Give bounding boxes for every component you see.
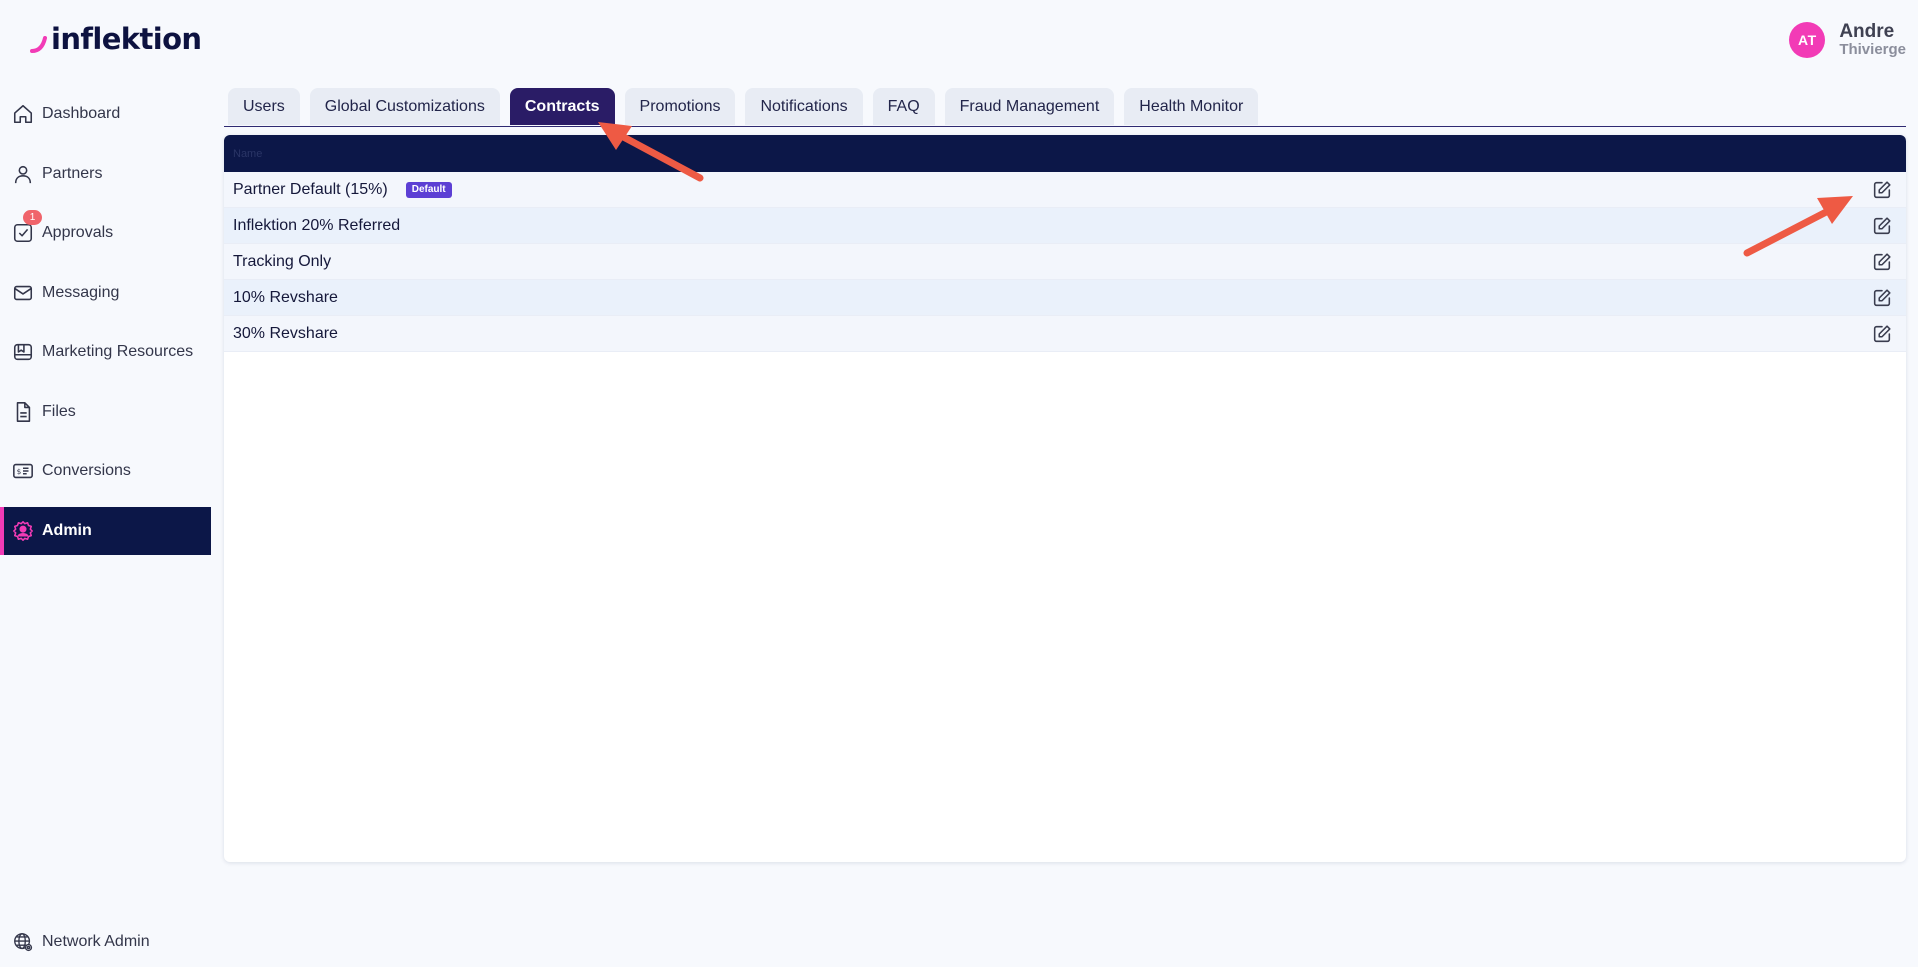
edit-icon — [1873, 216, 1891, 234]
sidebar-item-label: Files — [42, 402, 76, 420]
edit-icon — [1873, 324, 1891, 342]
table-row[interactable]: Partner Default (15%) Default — [224, 172, 1906, 208]
table-header: Name — [224, 135, 1906, 172]
sidebar-item-files[interactable]: Files — [0, 388, 211, 436]
sidebar: Dashboard Partners 1 Approvals Messaging… — [0, 90, 211, 566]
svg-text:$: $ — [17, 467, 22, 476]
resources-icon — [12, 341, 34, 363]
sidebar-item-network-admin[interactable]: Network Admin — [0, 917, 211, 967]
edit-icon — [1873, 180, 1891, 198]
file-icon — [12, 401, 34, 423]
logo-swoosh-icon — [30, 36, 47, 53]
column-header-name[interactable]: Name — [233, 148, 262, 160]
edit-contract-button[interactable] — [1868, 320, 1896, 348]
table-row[interactable]: 30% Revshare — [224, 316, 1906, 352]
envelope-icon — [12, 282, 34, 304]
sidebar-item-admin[interactable]: Admin — [0, 506, 211, 555]
tab-users[interactable]: Users — [228, 88, 300, 125]
user-menu[interactable]: AT Andre Thivierge — [1789, 22, 1906, 58]
contract-name: 30% Revshare — [233, 324, 338, 342]
person-icon — [12, 163, 34, 185]
tab-global-customizations[interactable]: Global Customizations — [309, 88, 500, 125]
sidebar-item-label: Dashboard — [42, 105, 121, 122]
sidebar-item-label: Partners — [42, 164, 103, 182]
tab-health-monitor[interactable]: Health Monitor — [1124, 88, 1259, 125]
sidebar-item-approvals[interactable]: 1 Approvals — [0, 209, 211, 257]
tab-faq[interactable]: FAQ — [872, 88, 935, 125]
brand-name: inflektion — [51, 22, 202, 56]
edit-contract-button[interactable] — [1868, 176, 1896, 204]
sidebar-item-label: Network Admin — [42, 933, 150, 950]
tab-contracts[interactable]: Contracts — [509, 88, 615, 125]
sidebar-item-partners[interactable]: Partners — [0, 150, 211, 198]
table-row[interactable]: Inflektion 20% Referred — [224, 208, 1906, 244]
table-row[interactable]: Tracking Only — [224, 244, 1906, 280]
sidebar-item-label: Conversions — [42, 462, 131, 479]
dollar-list-icon: $ — [12, 460, 34, 482]
user-first-name: Andre — [1839, 21, 1895, 43]
sidebar-item-messaging[interactable]: Messaging — [0, 269, 211, 317]
sidebar-item-label: Approvals — [42, 224, 114, 241]
approvals-count-badge: 1 — [23, 210, 42, 225]
edit-contract-button[interactable] — [1868, 284, 1896, 312]
edit-contract-button[interactable] — [1868, 212, 1896, 240]
admin-tabs: Users Global Customizations Contracts Pr… — [224, 88, 1906, 127]
avatar: AT — [1789, 22, 1826, 58]
sidebar-item-dashboard[interactable]: Dashboard — [0, 90, 211, 138]
default-badge: Default — [405, 181, 452, 198]
home-icon — [12, 103, 34, 125]
sidebar-item-label: Marketing Resources — [42, 343, 194, 360]
globe-icon — [12, 931, 34, 953]
admin-icon — [12, 520, 34, 542]
contract-name: Partner Default (15%) — [233, 180, 388, 198]
sidebar-item-label: Messaging — [42, 283, 120, 301]
check-square-icon — [12, 222, 34, 244]
user-last-name: Thivierge — [1839, 41, 1906, 59]
sidebar-item-label: Admin — [42, 521, 92, 539]
sidebar-item-marketing-resources[interactable]: Marketing Resources — [0, 328, 211, 376]
tab-promotions[interactable]: Promotions — [624, 88, 736, 125]
edit-contract-button[interactable] — [1868, 248, 1896, 276]
sidebar-item-conversions[interactable]: $ Conversions — [0, 447, 211, 495]
user-name: Andre Thivierge — [1839, 22, 1906, 58]
edit-icon — [1873, 252, 1891, 270]
contract-name: 10% Revshare — [233, 288, 338, 306]
contract-name: Inflektion 20% Referred — [233, 216, 401, 234]
contracts-table: Name Partner Default (15%) Default Infle… — [224, 135, 1906, 862]
contract-name: Tracking Only — [233, 252, 332, 270]
sidebar-bottom: Network Admin — [0, 917, 211, 967]
tab-notifications[interactable]: Notifications — [745, 88, 863, 125]
table-row[interactable]: 10% Revshare — [224, 280, 1906, 316]
brand-logo[interactable]: inflektion — [30, 22, 202, 56]
tab-fraud-management[interactable]: Fraud Management — [944, 88, 1115, 125]
edit-icon — [1873, 288, 1891, 306]
